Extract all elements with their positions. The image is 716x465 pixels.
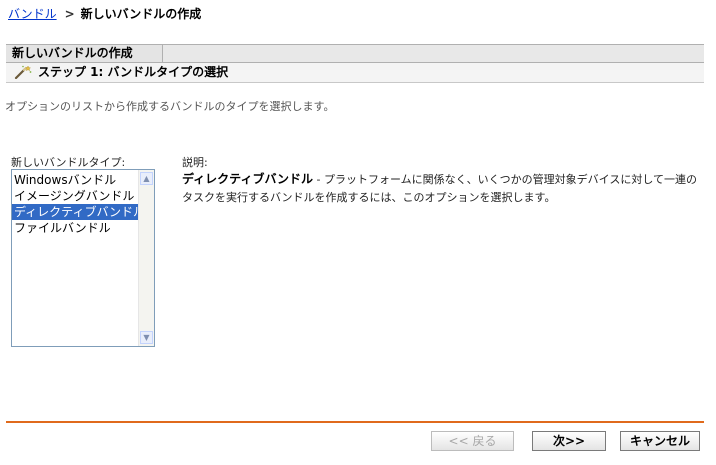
wizard-title-bar: 新しいバンドルの作成: [6, 44, 704, 63]
next-button[interactable]: 次>>: [532, 431, 606, 451]
bundle-type-listbox[interactable]: Windowsバンドル イメージングバンドル ディレクティブバンドル ファイルバ…: [11, 169, 155, 347]
breadcrumb-current: 新しいバンドルの作成: [80, 7, 202, 21]
listbox-scrollbar[interactable]: ▲ ▼: [138, 170, 154, 346]
bundle-type-option-imaging[interactable]: イメージングバンドル: [12, 188, 138, 204]
breadcrumb-link-bundles[interactable]: バンドル: [8, 7, 57, 21]
scroll-up-arrow-icon[interactable]: ▲: [140, 172, 153, 185]
bundle-type-option-file[interactable]: ファイルバンドル: [12, 220, 138, 236]
breadcrumb: バンドル > 新しいバンドルの作成: [8, 5, 201, 23]
description-label: 説明:: [182, 156, 208, 169]
wizard-wand-icon: [14, 65, 32, 80]
description-title: ディレクティブバンドル: [182, 172, 314, 186]
wizard-step-bar: ステップ 1: バンドルタイプの選択: [6, 63, 704, 83]
back-button[interactable]: << 戻る: [431, 431, 514, 451]
scroll-down-arrow-icon[interactable]: ▼: [140, 331, 153, 344]
description-text: ディレクティブバンドル - プラットフォームに関係なく、いくつかの管理対象デバイ…: [182, 170, 707, 207]
footer-divider: [6, 421, 704, 423]
cancel-button[interactable]: キャンセル: [620, 431, 700, 451]
bundle-type-items: Windowsバンドル イメージングバンドル ディレクティブバンドル ファイルバ…: [12, 172, 138, 236]
breadcrumb-separator: >: [64, 7, 75, 21]
bundle-type-label: 新しいバンドルタイプ:: [11, 156, 126, 169]
bundle-type-option-directive[interactable]: ディレクティブバンドル: [12, 204, 138, 220]
instruction-text: オプションのリストから作成するバンドルのタイプを選択します。: [5, 100, 335, 113]
page-title: 新しいバンドルの作成: [6, 45, 163, 62]
bundle-type-option-windows[interactable]: Windowsバンドル: [12, 172, 138, 188]
step-title: ステップ 1: バンドルタイプの選択: [38, 65, 229, 79]
